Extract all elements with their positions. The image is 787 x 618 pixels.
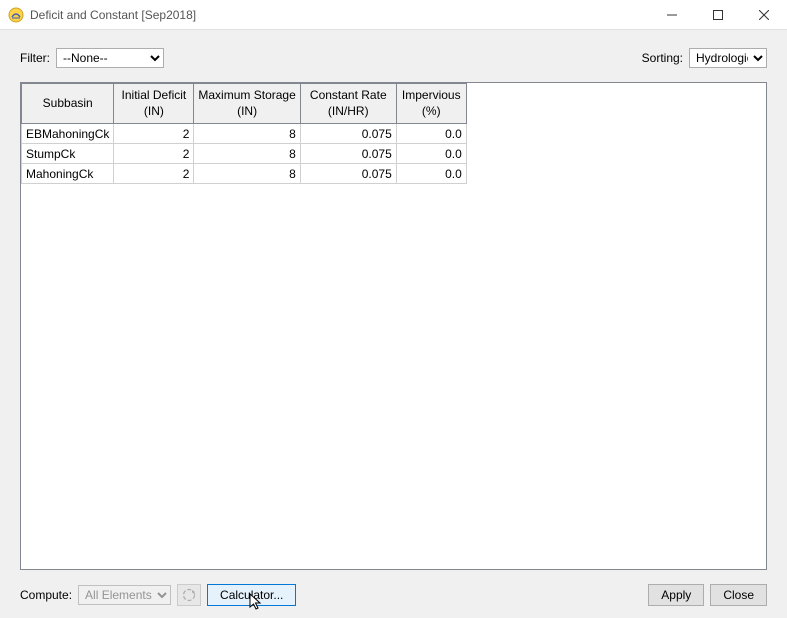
top-toolbar: Filter: --None-- Sorting: Hydrologic xyxy=(20,48,767,68)
table-row[interactable]: EBMahoningCk280.0750.0 xyxy=(22,124,467,144)
table-row[interactable]: MahoningCk280.0750.0 xyxy=(22,164,467,184)
cell-impervious[interactable]: 0.0 xyxy=(396,124,466,144)
table-header-row: Subbasin Initial Deficit(IN) Maximum Sto… xyxy=(22,84,467,124)
cell-constant-rate[interactable]: 0.075 xyxy=(300,144,396,164)
cell-initial-deficit[interactable]: 2 xyxy=(114,124,194,144)
table-container[interactable]: Subbasin Initial Deficit(IN) Maximum Sto… xyxy=(20,82,767,570)
cell-max-storage[interactable]: 8 xyxy=(194,124,300,144)
compute-label: Compute: xyxy=(20,588,72,602)
col-header-initial-deficit[interactable]: Initial Deficit(IN) xyxy=(114,84,194,124)
cell-initial-deficit[interactable]: 2 xyxy=(114,144,194,164)
cell-max-storage[interactable]: 8 xyxy=(194,164,300,184)
minimize-button[interactable] xyxy=(649,0,695,29)
cell-subbasin[interactable]: MahoningCk xyxy=(22,164,114,184)
calculator-button[interactable]: Calculator... xyxy=(207,584,296,606)
bottom-toolbar: Compute: All Elements Calculator... Appl… xyxy=(20,584,767,606)
cell-subbasin[interactable]: EBMahoningCk xyxy=(22,124,114,144)
col-header-constant-rate[interactable]: Constant Rate(IN/HR) xyxy=(300,84,396,124)
apply-button[interactable]: Apply xyxy=(648,584,704,606)
sorting-select[interactable]: Hydrologic xyxy=(689,48,767,68)
cell-impervious[interactable]: 0.0 xyxy=(396,144,466,164)
data-table: Subbasin Initial Deficit(IN) Maximum Sto… xyxy=(21,83,467,184)
col-header-max-storage[interactable]: Maximum Storage(IN) xyxy=(194,84,300,124)
close-window-button[interactable] xyxy=(741,0,787,29)
cell-constant-rate[interactable]: 0.075 xyxy=(300,124,396,144)
close-button[interactable]: Close xyxy=(710,584,767,606)
window-controls xyxy=(649,0,787,29)
filter-label: Filter: xyxy=(20,51,50,65)
app-icon xyxy=(8,7,24,23)
cell-impervious[interactable]: 0.0 xyxy=(396,164,466,184)
maximize-button[interactable] xyxy=(695,0,741,29)
cell-max-storage[interactable]: 8 xyxy=(194,144,300,164)
window-title: Deficit and Constant [Sep2018] xyxy=(30,8,649,22)
table-row[interactable]: StumpCk280.0750.0 xyxy=(22,144,467,164)
compute-run-button[interactable] xyxy=(177,584,201,606)
titlebar: Deficit and Constant [Sep2018] xyxy=(0,0,787,30)
col-header-subbasin[interactable]: Subbasin xyxy=(22,84,114,124)
cell-initial-deficit[interactable]: 2 xyxy=(114,164,194,184)
filter-select[interactable]: --None-- xyxy=(56,48,164,68)
cell-subbasin[interactable]: StumpCk xyxy=(22,144,114,164)
col-header-impervious[interactable]: Impervious(%) xyxy=(396,84,466,124)
compute-select: All Elements xyxy=(78,585,171,605)
cell-constant-rate[interactable]: 0.075 xyxy=(300,164,396,184)
content-area: Filter: --None-- Sorting: Hydrologic Sub… xyxy=(0,30,787,618)
sorting-label: Sorting: xyxy=(642,51,683,65)
